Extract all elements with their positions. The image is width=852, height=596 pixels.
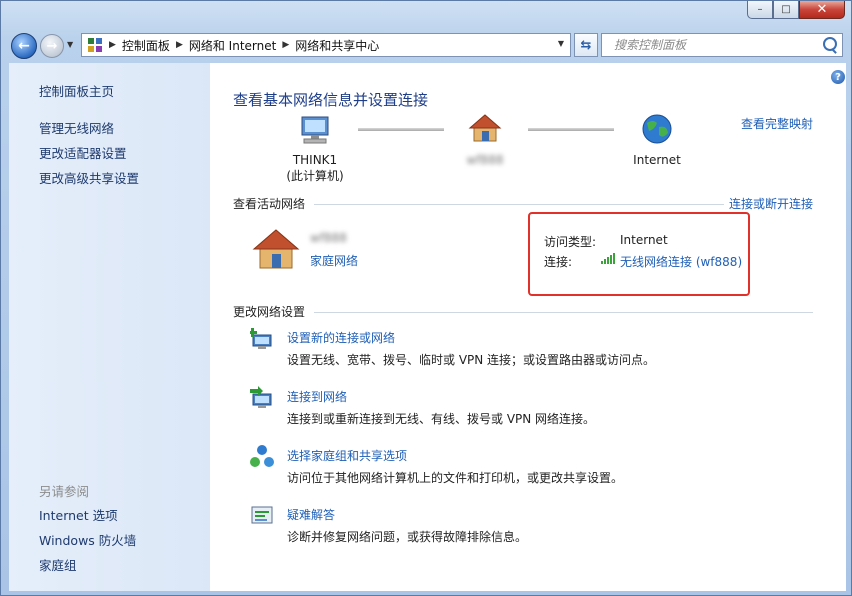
see-also-internet-options[interactable]: Internet 选项 (39, 505, 118, 524)
network-node-name: wf888 (466, 153, 504, 167)
task-homegroup-link[interactable]: 选择家庭组和共享选项 (287, 447, 407, 464)
see-also-windows-firewall[interactable]: Windows 防火墙 (39, 530, 136, 549)
change-settings-heading: 更改网络设置 (233, 305, 306, 319)
homegroup-sharing-icon[interactable] (250, 444, 274, 468)
breadcrumb-network-sharing-center[interactable]: 网络和共享中心 (295, 37, 379, 54)
task-new-connection-link[interactable]: 设置新的连接或网络 (287, 329, 395, 346)
task-troubleshoot-desc: 诊断并修复网络问题，或获得故障排除信息。 (287, 530, 528, 544)
navigation-bar: ← → ▼ ▶ 控制面板 ▶ 网络和 Internet ▶ 网络和共享中心 ▼ … (1, 29, 851, 61)
section-divider (314, 204, 724, 205)
task-homegroup-desc: 访问位于其他网络计算机上的文件和打印机，或更改共享设置。 (287, 471, 624, 485)
help-icon[interactable]: ? (831, 70, 845, 84)
connect-disconnect-link[interactable]: 连接或断开连接 (729, 195, 813, 212)
close-button[interactable]: ✕ (799, 1, 845, 19)
page-title: 查看基本网络信息并设置连接 (233, 91, 429, 109)
map-link-line (528, 128, 614, 131)
computer-node-label: THINK1 (此计算机) (270, 153, 360, 184)
computer-sub: (此计算机) (286, 169, 344, 183)
see-also-homegroup[interactable]: 家庭组 (39, 555, 77, 574)
back-button[interactable]: ← (11, 33, 37, 59)
home-network-icon[interactable] (468, 113, 502, 143)
computer-icon[interactable] (298, 115, 334, 145)
control-panel-icon (88, 38, 102, 52)
map-link-line (358, 128, 444, 131)
breadcrumb-control-panel[interactable]: 控制面板 (122, 37, 170, 54)
search-input[interactable]: 搜索控制面板 (601, 33, 843, 57)
view-full-map-link[interactable]: 查看完整映射 (741, 115, 813, 132)
breadcrumb-separator[interactable]: ▶ (176, 40, 183, 50)
search-icon[interactable] (823, 37, 837, 51)
home-network-large-icon (252, 229, 300, 269)
address-bar[interactable]: ▶ 控制面板 ▶ 网络和 Internet ▶ 网络和共享中心 ▼ (81, 33, 571, 57)
refresh-icon: ⇆ (580, 37, 592, 53)
task-connect-network-link[interactable]: 连接到网络 (287, 388, 347, 405)
breadcrumb-separator: ▶ (109, 40, 116, 50)
troubleshoot-icon[interactable] (250, 504, 274, 528)
section-divider (314, 312, 813, 313)
highlight-box (528, 212, 750, 296)
main-content: ? 查看基本网络信息并设置连接 THINK1 (此计算机) wf888 Inte… (210, 63, 846, 591)
search-placeholder: 搜索控制面板 (614, 38, 687, 52)
sidebar-item-control-panel-home[interactable]: 控制面板主页 (39, 81, 114, 100)
task-troubleshoot-link[interactable]: 疑难解答 (287, 506, 335, 523)
refresh-button[interactable]: ⇆ (574, 33, 598, 57)
network-type-link[interactable]: 家庭网络 (310, 252, 358, 269)
back-arrow-icon: ← (18, 38, 30, 54)
sidebar-item-manage-wireless[interactable]: 管理无线网络 (39, 118, 114, 137)
breadcrumb-separator[interactable]: ▶ (282, 40, 289, 50)
address-dropdown-icon[interactable]: ▼ (558, 39, 564, 48)
computer-name: THINK1 (292, 153, 338, 167)
forward-arrow-icon: → (46, 38, 58, 54)
new-connection-icon[interactable] (250, 326, 274, 350)
active-network-name: wf888 (310, 231, 347, 245)
maximize-button[interactable]: □ (773, 1, 799, 19)
caption-buttons: – □ ✕ (747, 1, 845, 19)
connect-network-icon[interactable] (250, 385, 274, 409)
sidebar: 控制面板主页 管理无线网络 更改适配器设置 更改高级共享设置 另请参阅 Inte… (9, 63, 210, 591)
see-also-heading: 另请参阅 (39, 484, 90, 499)
task-new-connection-desc: 设置无线、宽带、拨号、临时或 VPN 连接；或设置路由器或访问点。 (287, 353, 656, 367)
task-connect-network-desc: 连接到或重新连接到无线、有线、拨号或 VPN 网络连接。 (287, 412, 596, 426)
sidebar-item-adapter-settings[interactable]: 更改适配器设置 (39, 143, 127, 162)
internet-node-label: Internet (633, 153, 681, 167)
forward-button[interactable]: → (40, 34, 64, 58)
network-sharing-center-window: – □ ✕ ← → ▼ ▶ 控制面板 ▶ 网络和 Internet ▶ 网络和共… (0, 0, 852, 596)
recent-pages-dropdown-icon[interactable]: ▼ (67, 40, 73, 49)
internet-globe-icon[interactable] (641, 113, 673, 145)
breadcrumb-network-internet[interactable]: 网络和 Internet (189, 37, 276, 54)
sidebar-item-advanced-sharing[interactable]: 更改高级共享设置 (39, 168, 139, 187)
active-networks-heading: 查看活动网络 (233, 197, 306, 211)
minimize-button[interactable]: – (747, 1, 773, 19)
